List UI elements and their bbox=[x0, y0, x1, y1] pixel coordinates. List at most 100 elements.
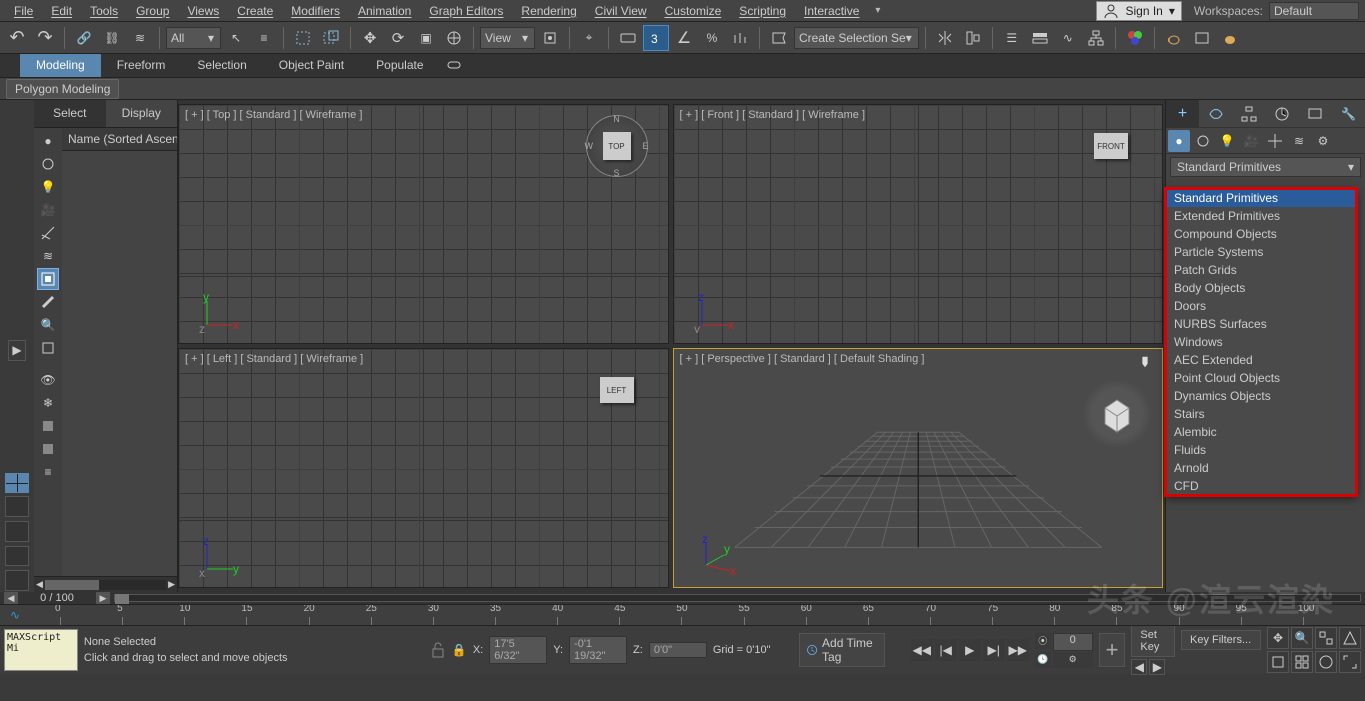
schematic-view-button[interactable] bbox=[1083, 25, 1109, 51]
unlink-button[interactable]: ⛓ bbox=[99, 25, 125, 51]
mirror-button[interactable] bbox=[932, 25, 958, 51]
toggle-ribbon-button[interactable] bbox=[1027, 25, 1053, 51]
category-spacewarps[interactable]: ≋ bbox=[1288, 130, 1310, 152]
category-systems[interactable]: ⚙ bbox=[1312, 130, 1334, 152]
tab-motion[interactable] bbox=[1266, 100, 1299, 127]
redo-button[interactable]: ↷ bbox=[32, 25, 58, 51]
selection-lock-button[interactable] bbox=[37, 438, 59, 460]
play-button[interactable]: ▶ bbox=[959, 639, 981, 661]
select-manipulate-button[interactable]: ⌖ bbox=[576, 25, 602, 51]
select-by-name-button[interactable]: ≡ bbox=[251, 25, 277, 51]
display-all-button[interactable]: 👁 bbox=[37, 369, 59, 391]
link-button[interactable]: 🔗 bbox=[71, 25, 97, 51]
frame-ruler[interactable]: ∿ 05101520253035404550556065707580859095… bbox=[0, 604, 1365, 626]
select-move-button[interactable]: ✥ bbox=[357, 25, 383, 51]
list-view-button[interactable]: ≡ bbox=[37, 461, 59, 483]
pan-view-button[interactable]: ✥ bbox=[1267, 627, 1289, 649]
scroll-track[interactable] bbox=[45, 580, 166, 590]
maxscript-mini-listener[interactable]: MAXScript Mi bbox=[4, 629, 78, 671]
viewcube-face[interactable]: LEFT bbox=[600, 377, 634, 403]
view-cube[interactable]: NESW TOP bbox=[586, 115, 648, 177]
filter-cameras-button[interactable]: 🎥 bbox=[37, 199, 59, 221]
zoom-extents-all-button[interactable] bbox=[1291, 651, 1313, 673]
menu-scripting[interactable]: Scripting bbox=[731, 2, 794, 20]
tab-modify[interactable] bbox=[1199, 100, 1232, 127]
dropdown-item-body-objects[interactable]: Body Objects bbox=[1166, 279, 1356, 297]
scroll-right-button[interactable]: ▶ bbox=[168, 579, 175, 590]
key-filters-button[interactable]: Key Filters... bbox=[1181, 630, 1261, 650]
time-slider-thumb[interactable] bbox=[115, 594, 129, 604]
coord-x-value[interactable]: 17'5 6/32" bbox=[489, 636, 547, 664]
key-mode-button[interactable]: ⦿ bbox=[1035, 633, 1051, 649]
region-rect-button[interactable] bbox=[290, 25, 316, 51]
tab-display[interactable]: Display bbox=[106, 100, 178, 127]
zoom-view-button[interactable]: 🔍 bbox=[1291, 627, 1313, 649]
orbit-button[interactable] bbox=[1315, 651, 1337, 673]
named-selection-dropdown[interactable]: Create Selection Se ▾ bbox=[794, 27, 919, 49]
viewport-label[interactable]: [ + ] [ Top ] [ Standard ] [ Wireframe ] bbox=[185, 109, 362, 121]
dropdown-item-alembic[interactable]: Alembic bbox=[1166, 423, 1356, 441]
spinner-snap-button[interactable] bbox=[727, 25, 753, 51]
material-editor-button[interactable] bbox=[1122, 25, 1148, 51]
curve-editor-button[interactable]: ∿ bbox=[1055, 25, 1081, 51]
category-shapes[interactable] bbox=[1192, 130, 1214, 152]
workspace-input[interactable] bbox=[1269, 2, 1359, 20]
viewport-perspective[interactable]: [ + ] [ Perspective ] [ Standard ] [ Def… bbox=[673, 348, 1164, 588]
filter-shapes-button[interactable] bbox=[37, 153, 59, 175]
dropdown-item-compound-objects[interactable]: Compound Objects bbox=[1166, 225, 1356, 243]
selection-set-button[interactable] bbox=[37, 415, 59, 437]
select-object-button[interactable]: ↖ bbox=[223, 25, 249, 51]
column-header-name[interactable]: Name (Sorted Ascending) bbox=[62, 128, 177, 151]
viewport-label[interactable]: [ + ] [ Left ] [ Standard ] [ Wireframe … bbox=[185, 353, 363, 365]
ref-coord-dropdown[interactable]: View ▾ bbox=[480, 27, 535, 49]
expand-panel-button[interactable]: ▶ bbox=[8, 340, 26, 361]
dropdown-item-aec-extended[interactable]: AEC Extended bbox=[1166, 351, 1356, 369]
layout-preset-1[interactable] bbox=[5, 496, 29, 517]
dropdown-item-point-cloud[interactable]: Point Cloud Objects bbox=[1166, 369, 1356, 387]
edit-named-selection-button[interactable] bbox=[766, 25, 792, 51]
dropdown-item-windows[interactable]: Windows bbox=[1166, 333, 1356, 351]
key-prev-button[interactable]: ◀ bbox=[1131, 659, 1147, 675]
time-slider-track[interactable] bbox=[114, 594, 1361, 602]
scene-explorer-list[interactable]: Name (Sorted Ascending) bbox=[62, 128, 177, 576]
ribbon-tab-populate[interactable]: Populate bbox=[360, 54, 439, 77]
menu-group[interactable]: Group bbox=[128, 2, 177, 20]
menu-create[interactable]: Create bbox=[229, 2, 281, 20]
prev-frame-button[interactable]: |◀ bbox=[935, 639, 957, 661]
layout-preset-3[interactable] bbox=[5, 546, 29, 567]
menu-customize[interactable]: Customize bbox=[657, 2, 730, 20]
dropdown-item-doors[interactable]: Doors bbox=[1166, 297, 1356, 315]
menu-overflow-chevron-icon[interactable]: ▾ bbox=[869, 5, 880, 16]
time-config-extra[interactable]: ⚙ bbox=[1053, 652, 1093, 668]
viewport-front[interactable]: [ + ] [ Front ] [ Standard ] [ Wireframe… bbox=[673, 104, 1164, 344]
dropdown-item-standard-primitives[interactable]: Standard Primitives bbox=[1166, 189, 1356, 207]
tab-utilities[interactable]: 🔧 bbox=[1332, 100, 1365, 127]
select-scale-button[interactable]: ▣ bbox=[413, 25, 439, 51]
dropdown-item-cfd[interactable]: CFD bbox=[1166, 477, 1356, 495]
tab-select[interactable]: Select bbox=[34, 100, 106, 127]
coord-z-value[interactable]: 0'0" bbox=[649, 642, 707, 658]
filter-helpers-button[interactable] bbox=[37, 222, 59, 244]
object-type-dropdown-list[interactable]: Standard Primitives Extended Primitives … bbox=[1165, 188, 1357, 496]
menu-civilview[interactable]: Civil View bbox=[587, 2, 655, 20]
goto-end-button[interactable]: ▶▶ bbox=[1007, 639, 1029, 661]
menu-edit[interactable]: Edit bbox=[43, 2, 80, 20]
viewcube-face[interactable]: TOP bbox=[603, 132, 631, 160]
ribbon-tab-modeling[interactable]: Modeling bbox=[20, 54, 101, 77]
add-time-tag-button[interactable]: Add Time Tag bbox=[799, 633, 885, 667]
timeline-next-button[interactable]: ▶ bbox=[96, 592, 110, 604]
viewport-left[interactable]: [ + ] [ Left ] [ Standard ] [ Wireframe … bbox=[178, 348, 669, 588]
sign-in-button[interactable]: Sign In ▾ bbox=[1096, 1, 1181, 21]
tab-create[interactable]: + bbox=[1166, 100, 1199, 127]
key-next-button[interactable]: ▶ bbox=[1149, 659, 1165, 675]
dropdown-item-nurbs-surfaces[interactable]: NURBS Surfaces bbox=[1166, 315, 1356, 333]
ribbon-tab-freeform[interactable]: Freeform bbox=[101, 54, 182, 77]
timeline-prev-button[interactable]: ◀ bbox=[4, 592, 18, 604]
viewcube-face[interactable]: FRONT bbox=[1094, 133, 1128, 159]
selection-lock-button[interactable] bbox=[430, 641, 446, 659]
dropdown-item-patch-grids[interactable]: Patch Grids bbox=[1166, 261, 1356, 279]
menu-file[interactable]: File bbox=[6, 2, 41, 20]
selection-filter-dropdown[interactable]: All ▾ bbox=[166, 27, 221, 49]
filter-bone-button[interactable] bbox=[37, 291, 59, 313]
dropdown-item-fluids[interactable]: Fluids bbox=[1166, 441, 1356, 459]
